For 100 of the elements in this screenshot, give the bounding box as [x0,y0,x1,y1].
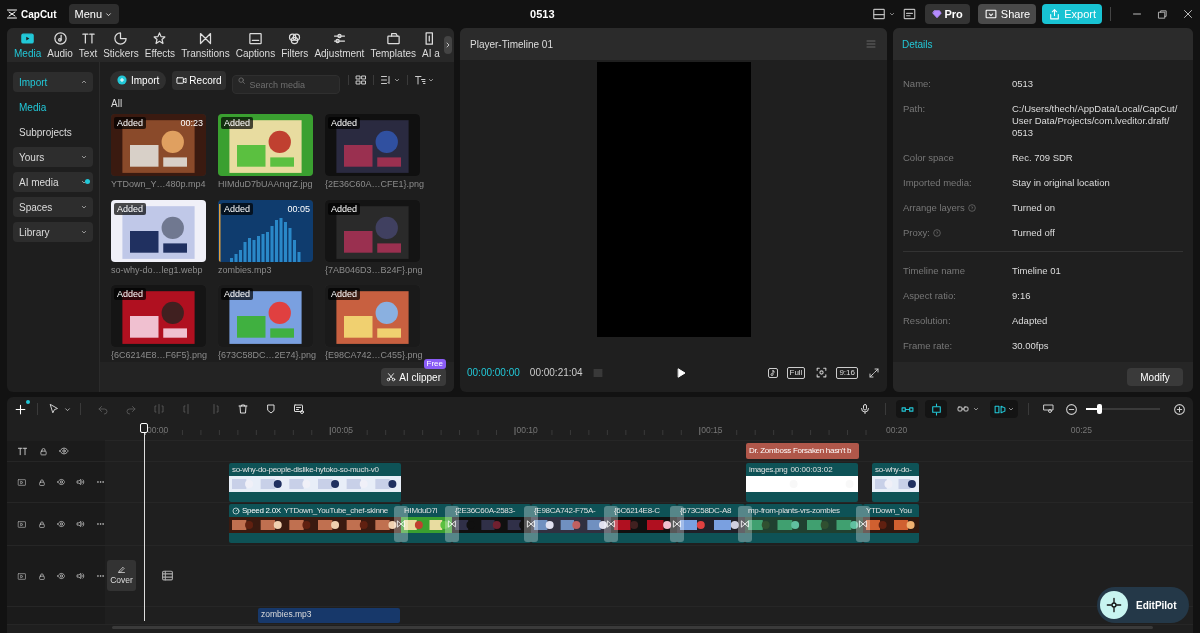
speed-label: Speed 2.0X [242,504,281,517]
sidebar-group[interactable]: Yours [13,147,93,167]
sidebar-group[interactable]: Import [13,72,93,92]
tab[interactable]: Filters [279,31,311,59]
timeline-clip[interactable]: Dr. Zomboss Forsaken hasn't b [746,443,859,459]
eye-icon[interactable] [56,519,66,529]
playhead[interactable] [140,423,148,621]
tab[interactable]: AI a [420,31,442,59]
current-time: 00:00:00:00 [467,366,520,380]
grid-view-icon[interactable] [354,74,367,86]
focus-icon[interactable] [815,366,829,379]
media-thumbnail[interactable]: Added 00:23 [111,114,206,176]
clip-label: YTDown_You [866,504,912,517]
sidebar-group[interactable]: AI media [13,172,93,192]
detail-label: Arrange layers [903,201,965,214]
tab[interactable]: Transitions [179,31,232,59]
record-button[interactable]: Record [172,70,226,90]
section-title: All [110,97,124,111]
speaker-icon[interactable] [76,571,86,581]
timeline-clip[interactable]: {2E36C60A-2583- [452,504,531,543]
speaker-icon[interactable] [76,519,86,529]
media-thumbnail[interactable]: Added [325,199,420,262]
ai-clipper-button[interactable]: AI clipper [381,368,446,386]
zoom-in-icon[interactable] [1173,402,1186,416]
media-thumbnail[interactable]: Added 00:05 [218,199,313,262]
zoom-fit-icon[interactable] [1042,403,1055,415]
file-name: YTDown_Y…480p.mp4 [111,179,206,190]
detail-value: Rec. 709 SDR [1012,151,1074,164]
film-icon[interactable] [161,569,174,582]
added-badge: Added [114,288,147,301]
zoom-out-icon[interactable] [1065,402,1078,416]
marker-icon[interactable] [265,403,277,415]
full-button[interactable]: Full [786,366,806,379]
tiktok-icon[interactable] [766,366,779,379]
cursor-icon[interactable] [48,403,60,415]
timeline-clip[interactable]: YTDown_You [863,504,919,543]
cover-button[interactable]: Cover [107,560,136,591]
clip-label: so-why-do-people-dislike-hytoko-so-much-v0 [232,463,379,476]
caret-icon [392,76,401,84]
share-button[interactable]: Share [977,4,1037,24]
timeline-clip[interactable]: so-why-do-people-dislike-hytoko-so-much-v0 [229,463,401,502]
media-thumbnail[interactable]: Added [218,285,313,348]
clip-label: so-why-do- [875,463,912,476]
restore-icon[interactable] [1157,8,1168,20]
lock-icon[interactable] [37,477,46,487]
sort-icon[interactable] [379,74,392,86]
sidebar-item[interactable]: Subprojects [13,122,93,142]
tab[interactable]: Media [12,31,44,59]
scroll-right-button[interactable] [443,36,452,54]
delete-icon[interactable] [237,403,249,415]
detail-label: Frame rate: [903,339,953,352]
fullscreen-icon[interactable] [868,366,880,379]
ratio-button[interactable]: 9:16 [836,366,858,379]
media-thumbnail[interactable]: Added [218,114,313,176]
timeline-clip[interactable]: {6C6214E8-C [611,504,677,543]
media-thumbnail[interactable]: Added [325,285,420,348]
search-field[interactable]: Search media [231,75,340,94]
lock-icon[interactable] [39,446,48,456]
link-icon[interactable] [956,403,970,415]
added-badge: Added [221,117,254,129]
menu-button[interactable]: Menu [68,4,120,24]
timeline-clip[interactable]: images.png 00:00:03:02 [746,463,858,502]
media-thumbnail[interactable]: Added [325,114,420,176]
layout-icon[interactable] [870,7,887,21]
tab[interactable]: Audio [45,31,75,59]
tab[interactable]: Effects [142,31,178,59]
eye-icon[interactable] [56,477,66,487]
microphone-icon[interactable] [859,403,871,415]
timeline-clip[interactable]: {E98CA742-F75A- [531,504,611,543]
zoom-slider[interactable] [1086,404,1160,414]
modify-button[interactable]: Modify [1127,368,1183,386]
pro-button[interactable]: Pro [924,4,970,24]
speech-settings-icon[interactable] [293,403,305,415]
sidebar-group[interactable]: Library [13,222,93,242]
sidebar-group[interactable]: Spaces [13,197,93,217]
tab[interactable]: Stickers [101,31,141,59]
lock-icon[interactable] [37,571,46,581]
tab[interactable]: Captions [233,31,278,59]
timeline-clip[interactable]: so-why-do- [872,463,919,502]
tab[interactable]: Templates [368,31,418,59]
timeline-clip[interactable]: zombies.mp3 [258,608,400,623]
tab[interactable]: Adjustment [312,31,367,59]
add-icon[interactable] [14,402,27,416]
auto-snap-icon[interactable] [929,402,943,416]
captions-layout-icon[interactable] [901,7,917,21]
close-icon[interactable] [1182,8,1194,20]
media-thumbnail[interactable]: Added [111,199,206,262]
eye-icon[interactable] [59,446,69,456]
editpilot-button[interactable]: EditPilot [1097,587,1189,623]
eye-icon[interactable] [56,571,66,581]
import-button[interactable]: Import [110,70,167,90]
lock-icon[interactable] [37,519,46,529]
detail-label: Color space [903,151,954,164]
slider-thumb[interactable] [1097,404,1103,414]
media-thumbnail[interactable]: Added [111,285,206,348]
filter-list-icon[interactable] [413,74,426,86]
speaker-icon[interactable] [76,477,86,487]
sidebar-item[interactable]: Media [13,97,93,117]
tab[interactable]: Text [76,31,100,59]
clip-label: {2E36C60A-2583- [455,504,515,517]
